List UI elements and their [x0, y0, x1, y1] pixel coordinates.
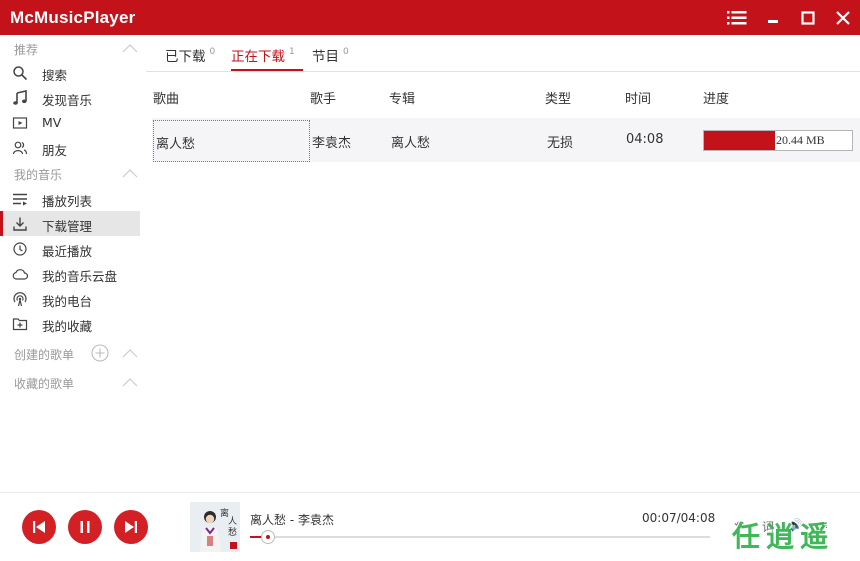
album-cell: 离人愁 — [391, 136, 431, 151]
section-my-music[interactable]: 我的音乐 — [0, 161, 146, 185]
header-type[interactable]: 类型 — [545, 88, 571, 107]
svg-text:人: 人 — [228, 516, 237, 527]
sidebar-item-recent[interactable]: 最近播放 — [0, 236, 140, 261]
song-title: 离人愁 — [156, 137, 196, 152]
svg-text:愁: 愁 — [228, 526, 237, 538]
sidebar-item-label: 发现音乐 — [42, 93, 93, 108]
tab-label: 已下载 — [165, 49, 206, 65]
sidebar-item-label: 朋友 — [42, 143, 68, 158]
header-time[interactable]: 时间 — [625, 88, 651, 107]
maximize-button[interactable] — [795, 5, 821, 31]
sidebar-item-playlist[interactable]: 播放列表 — [0, 186, 140, 211]
minimize-icon — [768, 20, 778, 23]
watermark-text: 任逍遥 — [732, 520, 835, 553]
sidebar-item-cloud[interactable]: 我的音乐云盘 — [0, 261, 140, 286]
header-album[interactable]: 专辑 — [389, 88, 415, 107]
tab-downloading[interactable]: 正在下载 1 — [231, 45, 303, 71]
maximize-icon — [801, 11, 815, 25]
artist-cell: 李袁杰 — [312, 136, 352, 151]
cloud-icon — [12, 269, 28, 280]
menu-button[interactable] — [724, 5, 750, 31]
tab-count: 0 — [343, 47, 349, 57]
time-cell: 04:08 — [626, 132, 664, 147]
sidebar-item-discover[interactable]: 发现音乐 — [0, 85, 140, 110]
header-song[interactable]: 歌曲 — [153, 88, 179, 107]
add-playlist-icon[interactable] — [91, 344, 109, 362]
now-playing-title: 离人愁 - 李袁杰 — [250, 513, 334, 527]
sidebar-item-label: 最近播放 — [42, 244, 93, 259]
playlist-icon — [13, 193, 27, 206]
song-cell[interactable]: 离人愁 — [153, 120, 310, 162]
chevron-up-icon[interactable] — [122, 348, 138, 358]
section-recommend[interactable]: 推荐 — [0, 36, 146, 60]
previous-icon — [33, 521, 45, 533]
header-artist[interactable]: 歌手 — [310, 88, 336, 107]
section-label: 我的音乐 — [14, 168, 63, 182]
section-label: 收藏的歌单 — [14, 377, 75, 391]
friends-icon — [12, 141, 28, 155]
sidebar-item-label: 我的音乐云盘 — [42, 269, 118, 284]
radio-icon — [13, 292, 27, 307]
sidebar-item-label: 下载管理 — [42, 219, 93, 234]
tab-count: 1 — [289, 47, 295, 57]
album-cover[interactable]: 离 人 愁 — [190, 502, 240, 552]
sidebar-item-favorites[interactable]: 我的收藏 — [0, 311, 140, 336]
album-cover-art-icon: 离 人 愁 — [190, 502, 240, 552]
sidebar: 推荐 搜索 发现音乐 MV 朋友 我的音乐 播放列表 下载管理 最近播放 我的音… — [0, 35, 146, 492]
section-label: 创建的歌单 — [14, 348, 75, 362]
playback-time: 00:07/04:08 — [642, 511, 716, 525]
seek-bar[interactable] — [250, 530, 710, 544]
video-icon — [12, 117, 28, 129]
sidebar-item-downloads[interactable]: 下载管理 — [0, 211, 140, 236]
section-created-playlists[interactable]: 创建的歌单 — [0, 341, 146, 365]
previous-button[interactable] — [22, 510, 56, 544]
sidebar-item-label: 我的电台 — [42, 294, 93, 309]
download-progress-bar: 20.44 MB — [703, 130, 853, 151]
player-bar: 离 人 愁 离人愁 - 李袁杰 00:07/04:08 ⟲ 词 🔊 ≡ 任逍遥 — [0, 492, 860, 561]
next-icon — [125, 521, 137, 533]
favorites-icon — [12, 318, 28, 331]
pause-icon — [80, 521, 90, 533]
table-row[interactable]: 离人愁 李袁杰 离人愁 无损 04:08 20.44 MB — [152, 118, 860, 162]
app-title: McMusicPlayer — [10, 8, 136, 27]
sidebar-item-label: 我的收藏 — [42, 319, 93, 334]
pause-button[interactable] — [68, 510, 102, 544]
sidebar-item-search[interactable]: 搜索 — [0, 60, 140, 85]
sidebar-item-label: MV — [42, 115, 62, 130]
search-icon — [13, 66, 28, 81]
download-progress-fill — [704, 131, 776, 150]
sidebar-item-label: 播放列表 — [42, 194, 93, 209]
tab-label: 节目 — [312, 49, 339, 65]
section-favorited-playlists[interactable]: 收藏的歌单 — [0, 370, 146, 394]
tab-programs[interactable]: 节目 0 — [312, 45, 354, 71]
sidebar-item-label: 搜索 — [42, 68, 68, 83]
close-icon — [836, 11, 850, 25]
sidebar-item-mv[interactable]: MV — [0, 110, 140, 135]
music-note-icon — [13, 90, 27, 105]
download-icon — [13, 217, 27, 231]
title-bar: McMusicPlayer — [0, 0, 860, 35]
type-cell: 无损 — [547, 136, 574, 151]
sidebar-item-radio[interactable]: 我的电台 — [0, 286, 140, 311]
chevron-up-icon[interactable] — [122, 43, 138, 53]
download-tabs: 已下载 0 正在下载 1 节目 0 — [146, 35, 860, 72]
tab-count: 0 — [209, 47, 216, 57]
close-button[interactable] — [830, 5, 856, 31]
section-label: 推荐 — [14, 43, 39, 57]
chevron-up-icon[interactable] — [122, 377, 138, 387]
seek-knob[interactable] — [260, 530, 275, 544]
hamburger-menu-icon — [727, 11, 747, 25]
clock-icon — [13, 242, 27, 256]
tab-label: 正在下载 — [231, 49, 285, 65]
sidebar-item-friends[interactable]: 朋友 — [0, 135, 140, 160]
header-progress[interactable]: 进度 — [703, 88, 729, 107]
tab-downloaded[interactable]: 已下载 0 — [165, 45, 221, 71]
next-button[interactable] — [114, 510, 148, 544]
download-size: 20.44 MB — [776, 133, 825, 147]
chevron-up-icon[interactable] — [122, 168, 138, 178]
minimize-button[interactable] — [760, 5, 786, 31]
